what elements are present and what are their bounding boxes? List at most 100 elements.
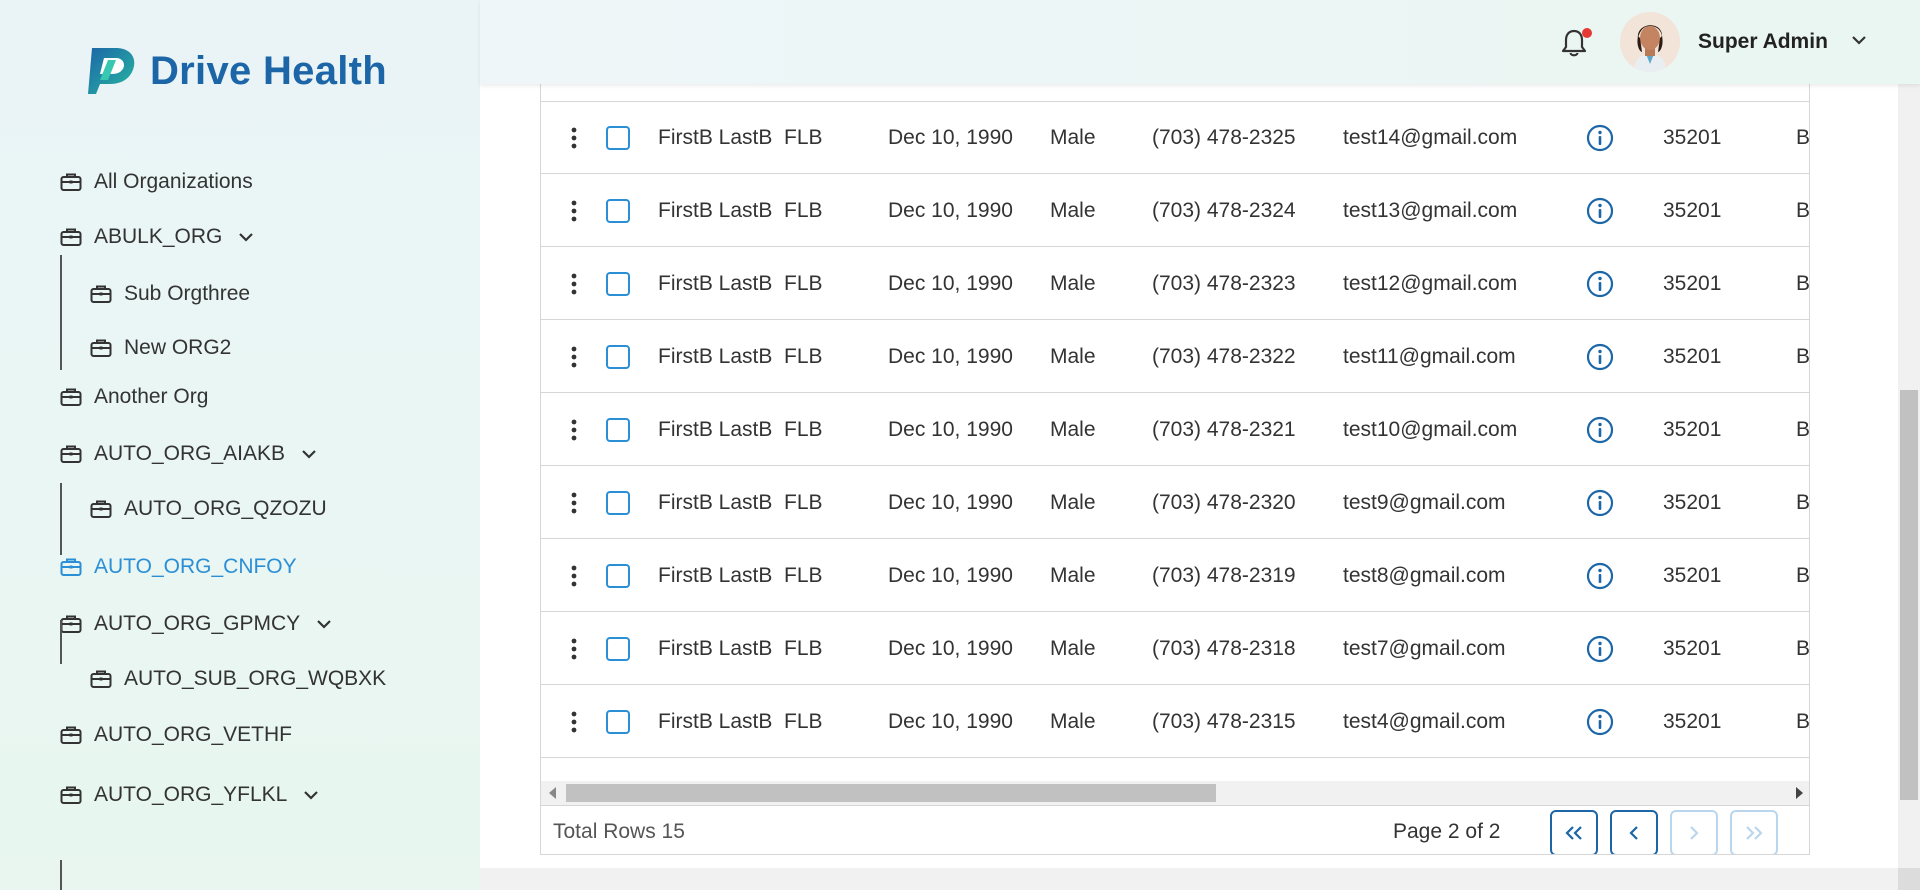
kebab-menu-icon[interactable] <box>566 320 582 393</box>
chevron-down-icon[interactable] <box>303 789 319 801</box>
row-checkbox[interactable] <box>606 247 630 320</box>
drive-health-logo-icon <box>88 48 135 94</box>
cell-initials: FLB <box>784 344 823 368</box>
info-icon[interactable] <box>1586 174 1614 247</box>
kebab-menu-icon[interactable] <box>566 247 582 320</box>
notification-badge <box>1582 28 1592 38</box>
cell-city: B <box>1796 709 1810 733</box>
cell-initials: FLB <box>784 636 823 660</box>
kebab-menu-icon[interactable] <box>566 685 582 758</box>
table-row[interactable]: FirstB LastB FLB Dec 10, 1990 Male (703) 47… <box>541 539 1810 612</box>
cell-name: FirstB LastB FLB <box>658 563 823 587</box>
briefcase-icon <box>60 725 82 745</box>
row-checkbox[interactable] <box>606 466 630 539</box>
cell-name: FirstB LastB FLB <box>658 636 823 660</box>
page-indicator: Page 2 of 2 <box>1393 820 1501 843</box>
cell-email: test13@gmail.com <box>1343 198 1518 222</box>
scroll-right-arrow-icon[interactable] <box>1796 787 1803 799</box>
last-page-button[interactable] <box>1730 810 1778 854</box>
sidebar-item-auto-org-yflkl[interactable]: AUTO_ORG_YFLKL <box>60 783 319 807</box>
sidebar-item-sub-orgthree[interactable]: Sub Orgthree <box>90 282 250 306</box>
user-name[interactable]: Super Admin <box>1698 30 1828 54</box>
scroll-left-arrow-icon[interactable] <box>549 787 556 799</box>
sidebar-item-label: ABULK_ORG <box>94 225 223 248</box>
row-checkbox[interactable] <box>606 174 630 247</box>
sidebar-item-label: AUTO_ORG_GPMCY <box>94 612 301 635</box>
next-page-button[interactable] <box>1670 810 1718 854</box>
sidebar-item-abulk-org[interactable]: ABULK_ORG <box>60 225 254 249</box>
sidebar-item-auto-sub-org-wqbxk[interactable]: AUTO_SUB_ORG_WQBXK <box>90 667 386 691</box>
cell-city: B <box>1796 563 1810 587</box>
info-icon[interactable] <box>1586 466 1614 539</box>
info-icon[interactable] <box>1586 101 1614 174</box>
table-row[interactable]: FirstB LastB FLB Dec 10, 1990 Male (703) 47… <box>541 101 1809 174</box>
info-icon[interactable] <box>1586 320 1614 393</box>
table-horizontal-scrollbar[interactable] <box>541 781 1809 805</box>
kebab-menu-icon[interactable] <box>566 393 582 466</box>
info-icon[interactable] <box>1586 612 1614 685</box>
page-vertical-scrollbar[interactable] <box>1898 84 1920 868</box>
sidebar-item-all-organizations[interactable]: All Organizations <box>60 170 253 194</box>
total-rows: Total Rows 15 <box>553 820 685 843</box>
cell-initials: FLB <box>784 563 823 587</box>
table-row[interactable]: FirstB LastB FLB Dec 10, 1990 Male (703) 47… <box>541 174 1809 247</box>
page-horizontal-scrollbar[interactable] <box>480 868 1898 890</box>
double-chevron-left-icon <box>1563 824 1585 842</box>
cell-zip: 35201 <box>1663 198 1722 222</box>
info-icon[interactable] <box>1586 393 1614 466</box>
chevron-down-icon[interactable] <box>1850 33 1868 47</box>
row-checkbox[interactable] <box>606 612 630 685</box>
kebab-menu-icon[interactable] <box>566 612 582 685</box>
cell-email: test12@gmail.com <box>1343 271 1518 295</box>
info-icon[interactable] <box>1586 685 1614 758</box>
cell-phone: (703) 478-2323 <box>1152 271 1296 295</box>
sidebar-item-new-org2[interactable]: New ORG2 <box>90 336 231 360</box>
row-checkbox[interactable] <box>606 685 630 758</box>
cell-city: B <box>1796 271 1810 295</box>
row-checkbox[interactable] <box>606 393 630 466</box>
cell-city: B <box>1796 490 1810 514</box>
cell-gender: Male <box>1050 344 1096 368</box>
first-page-button[interactable] <box>1550 810 1598 854</box>
sidebar-item-another-org[interactable]: Another Org <box>60 385 208 409</box>
sidebar-item-auto-org-gpmcy[interactable]: AUTO_ORG_GPMCY <box>60 612 332 636</box>
main-content: FirstB LastB FLB Dec 10, 1990 Male (703) 47… <box>480 0 1898 868</box>
cell-phone: (703) 478-2324 <box>1152 198 1296 222</box>
table-row[interactable]: FirstB LastB FLB Dec 10, 1990 Male (703) 47… <box>541 685 1810 758</box>
cell-gender: Male <box>1050 417 1096 441</box>
table-row[interactable]: FirstB LastB FLB Dec 10, 1990 Male (703) 47… <box>541 612 1809 685</box>
cell-phone: (703) 478-2320 <box>1152 490 1296 514</box>
info-icon[interactable] <box>1586 539 1614 612</box>
scrollbar-thumb[interactable] <box>566 784 1216 802</box>
kebab-menu-icon[interactable] <box>566 101 582 174</box>
kebab-menu-icon[interactable] <box>566 174 582 247</box>
chevron-down-icon[interactable] <box>301 448 317 460</box>
brand-logo[interactable]: Drive Health <box>86 46 387 96</box>
kebab-menu-icon[interactable] <box>566 466 582 539</box>
sidebar-item-auto-org-cnfoy[interactable]: AUTO_ORG_CNFOY <box>60 555 297 579</box>
user-avatar[interactable] <box>1620 12 1680 72</box>
table-row[interactable]: FirstB LastB FLB Dec 10, 1990 Male (703) 47… <box>541 393 1809 466</box>
table-row[interactable]: FirstB LastB FLB Dec 10, 1990 Male (703) 47… <box>541 466 1810 539</box>
briefcase-icon <box>60 614 82 634</box>
row-checkbox[interactable] <box>606 539 630 612</box>
sidebar-item-auto-org-qzozu[interactable]: AUTO_ORG_QZOZU <box>90 497 327 521</box>
table-row[interactable]: FirstB LastB FLB Dec 10, 1990 Male (703) 47… <box>541 247 1810 320</box>
prev-page-button[interactable] <box>1610 810 1658 854</box>
sidebar-item-label: New ORG2 <box>124 336 232 359</box>
kebab-menu-icon[interactable] <box>566 539 582 612</box>
row-checkbox[interactable] <box>606 101 630 174</box>
cell-zip: 35201 <box>1663 417 1722 441</box>
sidebar-item-label: AUTO_ORG_QZOZU <box>124 497 327 520</box>
briefcase-icon <box>60 557 82 577</box>
sidebar-item-auto-org-aiakb[interactable]: AUTO_ORG_AIAKB <box>60 442 317 466</box>
chevron-left-icon <box>1627 824 1641 842</box>
sidebar-item-label: Another Org <box>94 385 209 408</box>
sidebar-item-auto-org-vethf[interactable]: AUTO_ORG_VETHF <box>60 723 292 747</box>
chevron-down-icon[interactable] <box>316 618 332 630</box>
table-row[interactable]: FirstB LastB FLB Dec 10, 1990 Male (703) 47… <box>541 320 1809 393</box>
info-icon[interactable] <box>1586 247 1614 320</box>
page-scrollbar-thumb[interactable] <box>1900 390 1918 800</box>
chevron-down-icon[interactable] <box>238 231 254 243</box>
row-checkbox[interactable] <box>606 320 630 393</box>
